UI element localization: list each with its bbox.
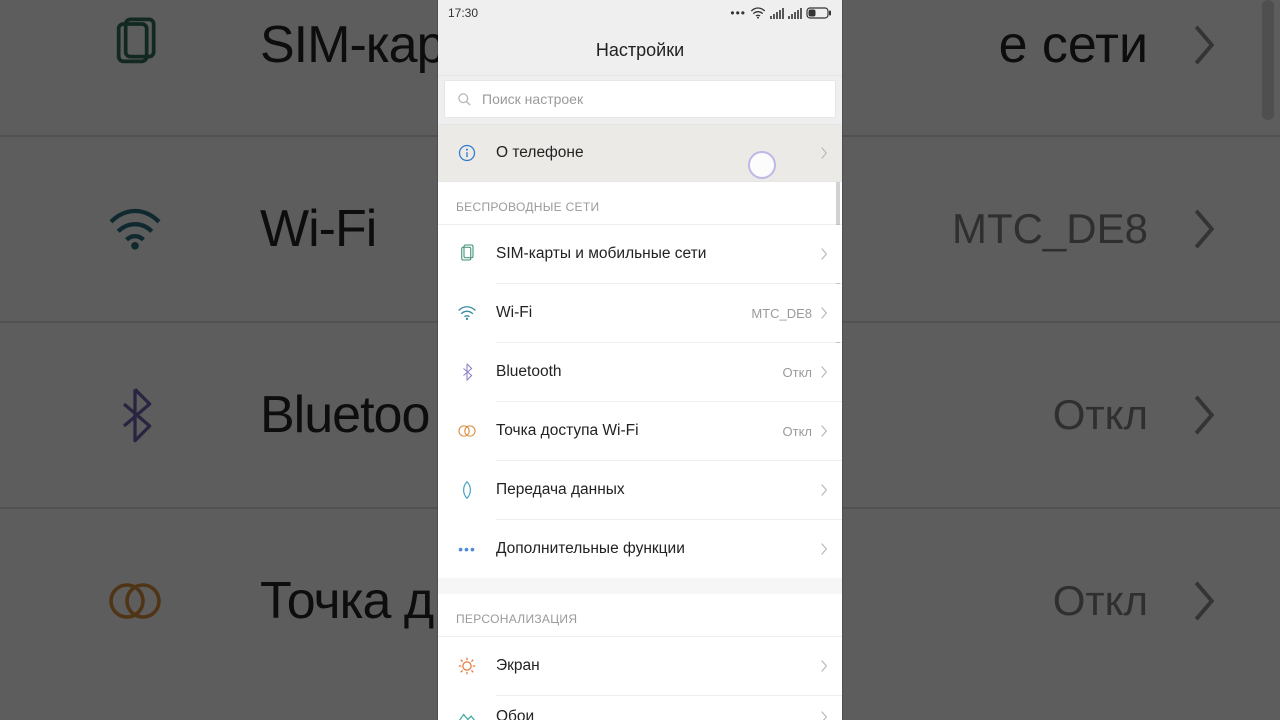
status-bar: 17:30 ••• — [438, 0, 842, 26]
data-usage-icon — [456, 480, 478, 500]
signal-icon-1 — [770, 7, 784, 19]
row-data-label: Передача данных — [496, 481, 625, 499]
row-more[interactable]: ••• Дополнительные функции — [438, 520, 842, 578]
row-display-label: Экран — [496, 657, 540, 675]
bg-sim-label2: е сети — [999, 15, 1148, 75]
section-header-wireless: БЕСПРОВОДНЫЕ СЕТИ — [438, 182, 842, 225]
section-header-personalization: ПЕРСОНАЛИЗАЦИЯ — [438, 594, 842, 637]
row-wifi[interactable]: Wi-Fi MTC_DE8 — [438, 284, 842, 342]
search-placeholder: Поиск настроек — [482, 91, 583, 107]
bg-hotspot-value: Откл — [1053, 577, 1148, 625]
row-data-usage[interactable]: Передача данных — [438, 461, 842, 519]
hotspot-icon — [456, 423, 478, 439]
more-icon: ••• — [730, 6, 746, 20]
bg-sim-label: SIM-кар — [260, 15, 445, 75]
settings-scroll-area[interactable]: О телефоне БЕСПРОВОДНЫЕ СЕТИ SIM-карты и… — [438, 124, 842, 720]
phone-frame: 17:30 ••• Настройки Поиск настроек О тел… — [438, 0, 842, 720]
signal-icon-2 — [788, 7, 802, 19]
search-input[interactable]: Поиск настроек — [444, 80, 836, 118]
chevron-right-icon — [820, 306, 828, 320]
bluetooth-icon — [456, 362, 478, 382]
chevron-right-icon — [820, 542, 828, 556]
wifi-icon — [100, 205, 170, 253]
row-about-label: О телефоне — [496, 144, 584, 162]
row-wallpaper[interactable]: Обои — [438, 696, 842, 720]
bg-wifi-label: Wi-Fi — [260, 199, 376, 259]
wallpaper-icon — [456, 708, 478, 720]
section-wireless: БЕСПРОВОДНЫЕ СЕТИ SIM-карты и мобильные … — [438, 182, 842, 578]
row-wifi-label: Wi-Fi — [496, 304, 532, 322]
chevron-right-icon — [1188, 389, 1220, 441]
bg-hotspot-label: Точка д — [260, 571, 433, 631]
bg-wifi-value: MTC_DE8 — [952, 205, 1148, 253]
hotspot-icon — [100, 579, 170, 623]
row-about-phone[interactable]: О телефоне — [438, 124, 842, 182]
chevron-right-icon — [1188, 203, 1220, 255]
row-hotspot-label: Точка доступа Wi-Fi — [496, 422, 639, 440]
row-sim[interactable]: SIM-карты и мобильные сети — [438, 225, 842, 283]
chevron-right-icon — [820, 483, 828, 497]
more-options-icon: ••• — [456, 541, 478, 557]
info-icon — [456, 143, 478, 163]
row-wifi-value: MTC_DE8 — [751, 306, 812, 321]
row-bluetooth[interactable]: Bluetooth Откл — [438, 343, 842, 401]
row-display[interactable]: Экран — [438, 637, 842, 695]
chevron-right-icon — [820, 146, 828, 160]
row-bt-value: Откл — [783, 365, 813, 380]
wifi-status-icon — [750, 7, 766, 19]
sim-icon — [100, 17, 170, 73]
row-sim-label: SIM-карты и мобильные сети — [496, 245, 706, 263]
tap-indicator — [748, 151, 776, 179]
row-more-label: Дополнительные функции — [496, 540, 685, 558]
chevron-right-icon — [1188, 575, 1220, 627]
row-bt-label: Bluetooth — [496, 363, 562, 381]
row-wallpaper-label: Обои — [496, 708, 534, 720]
row-hotspot-value: Откл — [783, 424, 813, 439]
wifi-icon — [456, 305, 478, 321]
status-time: 17:30 — [448, 6, 478, 20]
chevron-right-icon — [820, 247, 828, 261]
bluetooth-icon — [100, 385, 170, 445]
chevron-right-icon — [820, 710, 828, 720]
search-icon — [457, 92, 472, 107]
chevron-right-icon — [1188, 19, 1220, 71]
display-icon — [456, 656, 478, 676]
chevron-right-icon — [820, 659, 828, 673]
bg-bt-value: Откл — [1053, 391, 1148, 439]
battery-icon — [806, 7, 832, 19]
sim-icon — [456, 244, 478, 264]
row-hotspot[interactable]: Точка доступа Wi-Fi Откл — [438, 402, 842, 460]
page-title-text: Настройки — [596, 40, 684, 61]
chevron-right-icon — [820, 365, 828, 379]
section-personalization: ПЕРСОНАЛИЗАЦИЯ Экран Обои — [438, 594, 842, 720]
bg-bt-label: Bluetoo — [260, 385, 429, 445]
page-title: Настройки — [438, 26, 842, 76]
chevron-right-icon — [820, 424, 828, 438]
